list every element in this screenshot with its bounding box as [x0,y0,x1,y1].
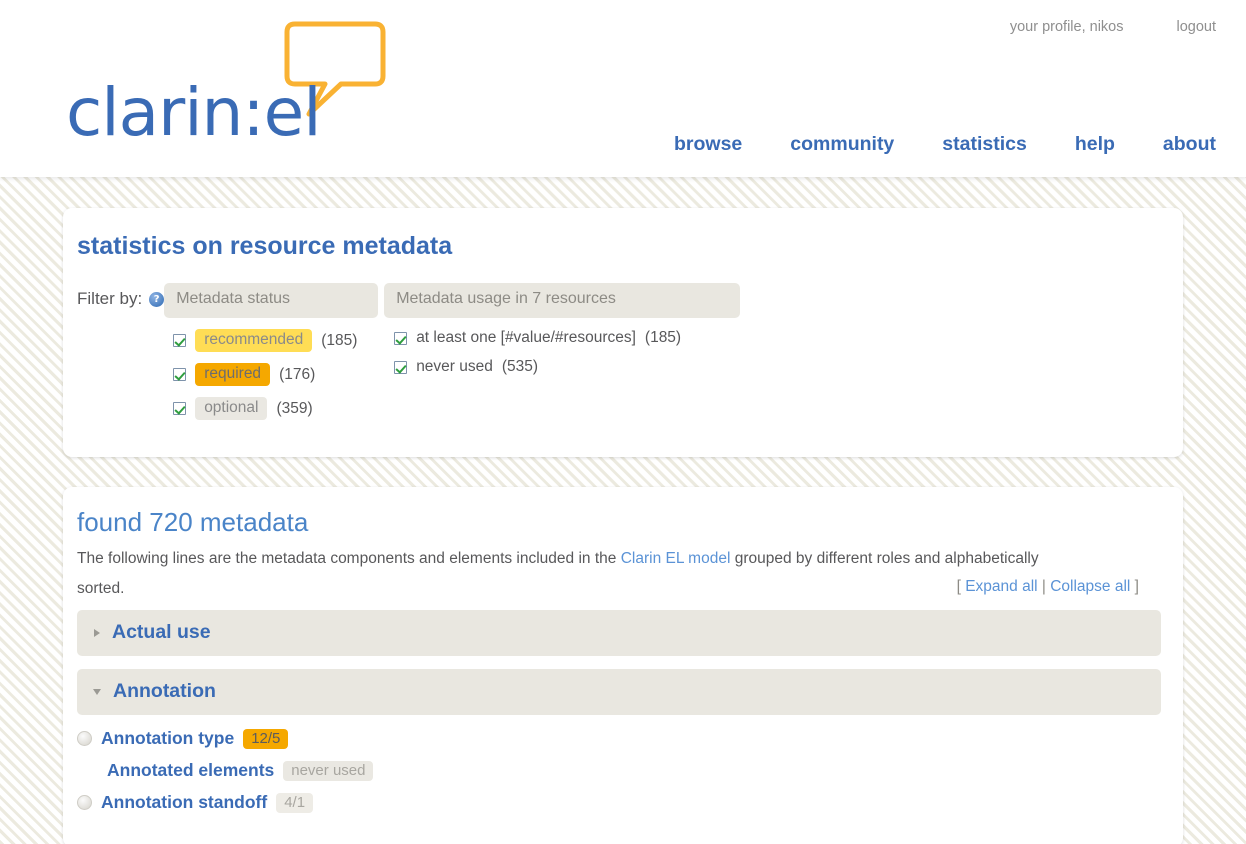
count-required: (176) [279,365,316,383]
tree-item-annotated-elements[interactable]: Annotated elements never used [77,760,1159,781]
filter-option-never-used[interactable]: never used (535) [394,358,740,376]
label-at-least-one: at least one [#value/#resources] [416,329,636,346]
filter-column-header: Metadata status [164,283,379,318]
nav-item-browse[interactable]: browse [674,133,742,156]
filter-option-recommended[interactable]: recommended (185) [173,329,378,352]
nav-item-community[interactable]: community [790,133,894,156]
nav-item-statistics[interactable]: statistics [942,133,1027,156]
count-at-least-one: (185) [644,329,682,346]
tag-optional: optional [195,397,268,420]
filter-option-optional[interactable]: optional (359) [173,397,378,420]
bracket-open: [ [956,578,966,596]
filter-columns: Metadata status recommended (185) requir… [164,283,741,431]
intro-text-part1: The following lines are the metadata com… [77,550,621,567]
page-body: statistics on resource metadata Filter b… [0,208,1246,844]
tree-item-annotation-type[interactable]: Annotation type 12/5 [77,728,1159,749]
usage-badge: 12/5 [243,728,289,749]
filter-column-metadata-usage: Metadata usage in 7 resources at least o… [378,283,741,431]
tag-required: required [195,363,271,386]
count-never-used: (535) [501,358,539,375]
logout-link[interactable]: logout [1176,19,1216,35]
count-recommended: (185) [321,331,358,349]
accordion-label: Annotation [113,680,216,703]
expand-collapse-row: [ Expand all | Collapse all ] [77,578,1139,596]
filter-row: Filter by: ? Metadata status recommended… [77,283,1153,431]
filter-column-metadata-status: Metadata status recommended (185) requir… [164,283,379,431]
filters-card: statistics on resource metadata Filter b… [63,208,1183,457]
site-logo[interactable]: clarin:el [66,18,396,148]
separator-pipe: | [1037,578,1051,596]
clarin-el-model-link[interactable]: Clarin EL model [621,550,731,567]
logo-wordmark: clarin:el [66,74,322,151]
label-never-used: never used [416,358,493,375]
checkbox-required[interactable] [173,368,187,381]
checkbox-recommended[interactable] [173,334,187,347]
tag-recommended: recommended [195,329,313,352]
radio-toggle-icon[interactable] [77,795,92,811]
collapse-all-link[interactable]: Collapse all [1050,578,1130,595]
tree-item-label: Annotation type [101,728,235,749]
filter-option-required[interactable]: required (176) [173,363,378,386]
accordion-annotation[interactable]: Annotation [77,669,1161,716]
accordion-label: Actual use [112,621,211,644]
filter-column-header: Metadata usage in 7 resources [384,283,741,318]
help-icon[interactable]: ? [149,291,165,307]
metadata-tree: Annotation type 12/5 Annotated elements … [77,728,1159,813]
filter-by-text: Filter by: [77,289,143,308]
tree-item-label: Annotation standoff [101,792,268,813]
nav-item-help[interactable]: help [1075,133,1115,156]
found-count-title: found 720 metadata [77,507,309,537]
site-header: clarin:el your profile, nikos logout bro… [0,0,1246,177]
checkbox-optional[interactable] [173,402,187,415]
tree-item-label: Annotated elements [107,760,275,781]
chevron-down-icon [93,688,101,695]
expand-all-link[interactable]: Expand all [965,578,1037,595]
radio-toggle-icon[interactable] [77,731,92,747]
nav-item-about[interactable]: about [1163,133,1216,156]
user-links: your profile, nikos logout [1010,19,1216,35]
main-nav: browse community statistics help about [674,133,1216,156]
count-optional: (359) [276,399,313,417]
chevron-right-icon [94,628,100,637]
filter-option-at-least-one[interactable]: at least one [#value/#resources] (185) [394,329,740,347]
usage-badge: 4/1 [276,792,314,813]
checkbox-at-least-one[interactable] [394,331,408,345]
tree-item-annotation-standoff[interactable]: Annotation standoff 4/1 [77,792,1159,813]
results-card: found 720 metadata The following lines a… [63,487,1183,844]
page-title: statistics on resource metadata [77,232,453,260]
accordion-actual-use[interactable]: Actual use [77,610,1161,657]
filter-by-label: Filter by: ? [77,283,165,309]
profile-link[interactable]: your profile, nikos [1010,19,1124,35]
bracket-close: ] [1130,578,1139,596]
checkbox-never-used[interactable] [394,360,408,374]
usage-badge: never used [283,760,374,781]
